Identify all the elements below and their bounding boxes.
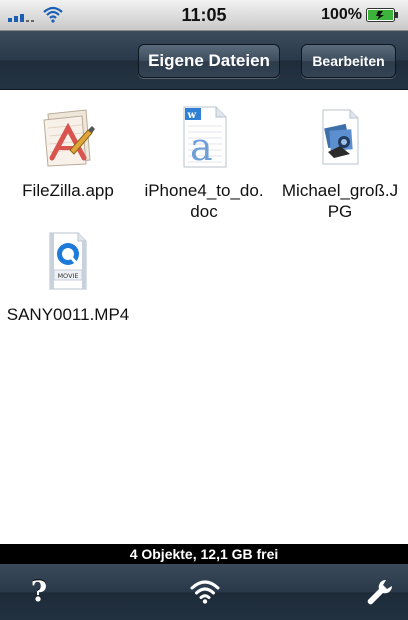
file-name: Michael_groß.JPG	[281, 181, 399, 221]
file-grid: FileZilla.app w a iPhone4_to_do.doc Mich…	[0, 90, 408, 544]
movie-badge: MOVIE	[57, 272, 78, 280]
navigation-bar: Eigene Dateien Bearbeiten	[0, 31, 408, 90]
file-name: SANY0011.MP4	[6, 305, 130, 324]
help-icon[interactable]: ?	[24, 574, 54, 610]
movie-icon: MOVIE	[49, 232, 87, 290]
file-name: FileZilla.app	[22, 181, 114, 200]
storage-info: 4 Objekte, 12,1 GB frei	[0, 544, 408, 564]
file-item[interactable]: w a iPhone4_to_do.doc	[136, 106, 272, 222]
wifi-icon[interactable]	[190, 578, 220, 604]
battery-icon	[366, 8, 398, 22]
doc-icon: w a	[183, 106, 227, 168]
file-item[interactable]: FileZilla.app	[0, 106, 136, 201]
file-item[interactable]: Michael_groß.JPG	[272, 106, 408, 222]
wrench-icon[interactable]	[366, 578, 394, 606]
edit-button[interactable]: Bearbeiten	[301, 44, 396, 78]
app-icon	[43, 109, 95, 167]
svg-text:a: a	[190, 125, 213, 168]
battery-percentage: 100%	[321, 6, 362, 23]
file-item[interactable]: MOVIE SANY0011.MP4	[0, 230, 136, 325]
svg-text:w: w	[187, 110, 197, 121]
status-bar: 11:05 100%	[0, 0, 408, 31]
my-files-button[interactable]: Eigene Dateien	[138, 44, 280, 78]
image-icon	[322, 109, 359, 165]
bottom-toolbar: ?	[0, 564, 408, 620]
file-name: iPhone4_to_do.doc	[144, 181, 264, 221]
